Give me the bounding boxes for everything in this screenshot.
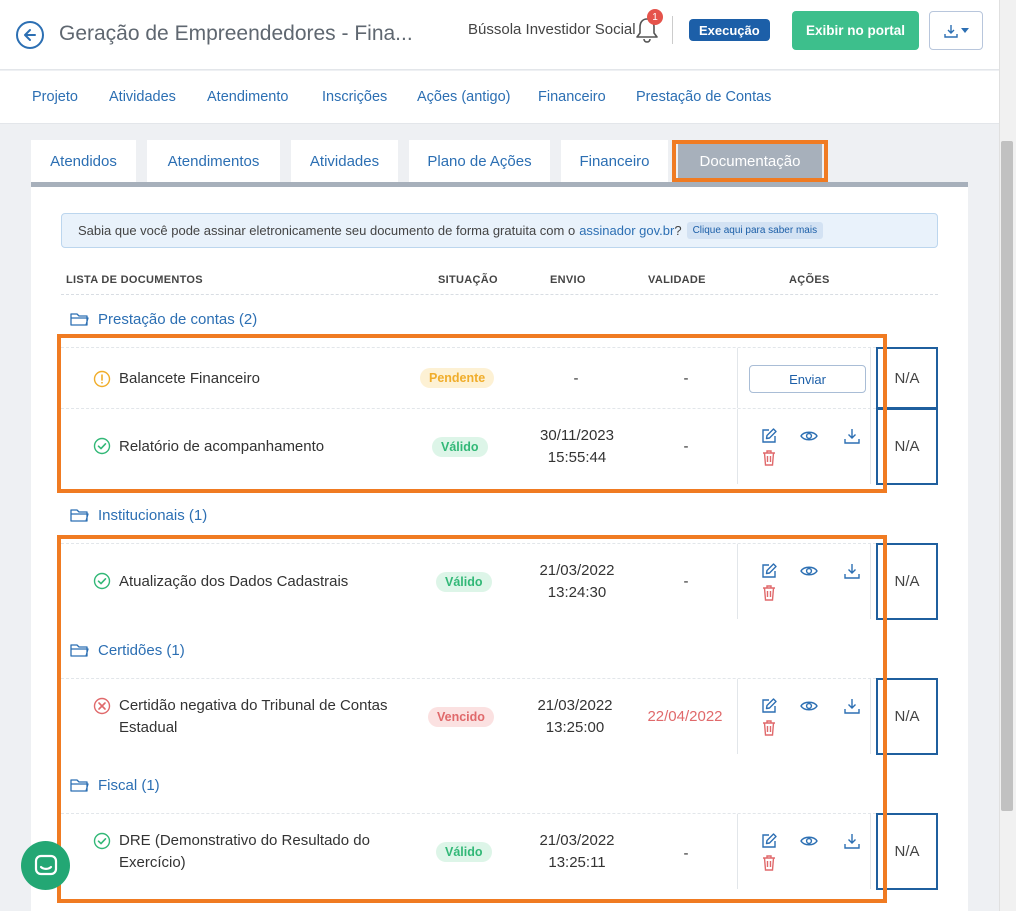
export-dropdown-button[interactable] [929,11,983,50]
chat-icon [34,854,57,875]
notification-badge: 1 [647,9,663,25]
gov-signature-info: Sabia que você pode assinar eletronicame… [61,213,938,248]
back-arrow-icon [24,29,36,41]
chat-launcher-button[interactable] [21,841,70,890]
folder-label: Prestação de contas (2) [98,311,258,328]
highlight-other-documents [57,535,887,903]
nav-projeto[interactable]: Projeto [32,89,78,105]
folder-label: Institucionais (1) [98,507,208,524]
col-validity: VALIDADE [648,274,706,286]
header-divider-line [61,294,938,295]
col-status: SITUAÇÃO [438,274,498,286]
organization-name: Bússola Investidor Social [468,21,636,38]
tab-plano-de-acoes[interactable]: Plano de Ações [409,140,550,182]
col-sent: ENVIO [550,274,586,286]
assinador-gov-link[interactable]: assinador gov.br [579,223,674,238]
nav-financeiro[interactable]: Financeiro [538,89,606,105]
col-document-list: LISTA DE DOCUMENTOS [66,274,203,286]
nav-acoes-antigo[interactable]: Ações (antigo) [417,89,511,105]
project-nav: Projeto Atividades Atendimento Inscriçõe… [0,71,1000,124]
chevron-down-icon [961,27,969,33]
project-status-badge: Execução [689,19,770,41]
header-divider [672,16,673,44]
download-icon [944,24,958,38]
tab-atividades[interactable]: Atividades [291,140,398,182]
tab-financeiro[interactable]: Financeiro [561,140,668,182]
info-text: Sabia que você pode assinar eletronicame… [78,223,576,238]
folder-institucionais[interactable]: Institucionais (1) [70,507,207,524]
highlight-documentation-tab [672,140,828,182]
folder-icon [70,509,89,522]
highlight-prestacao-de-contas [57,334,887,493]
col-actions: AÇÕES [789,274,830,286]
show-in-portal-button[interactable]: Exibir no portal [792,11,919,50]
folder-prestacao-de-contas[interactable]: Prestação de contas (2) [70,311,257,328]
scrollbar-thumb[interactable] [1001,141,1013,811]
back-button[interactable] [16,21,44,49]
folder-icon [70,313,89,326]
tab-atendidos[interactable]: Atendidos [31,140,136,182]
nav-atendimento[interactable]: Atendimento [207,89,288,105]
learn-more-button[interactable]: Clique aqui para saber mais [686,222,824,239]
page-title: Geração de Empreendedores - Fina... [59,22,413,45]
nav-prestacao-de-contas[interactable]: Prestação de Contas [636,89,771,105]
info-question-mark: ? [674,223,682,238]
nav-inscricoes[interactable]: Inscrições [322,89,387,105]
top-header: Geração de Empreendedores - Fina... Búss… [0,0,1000,70]
nav-atividades[interactable]: Atividades [109,89,176,105]
tab-atendimentos[interactable]: Atendimentos [147,140,280,182]
